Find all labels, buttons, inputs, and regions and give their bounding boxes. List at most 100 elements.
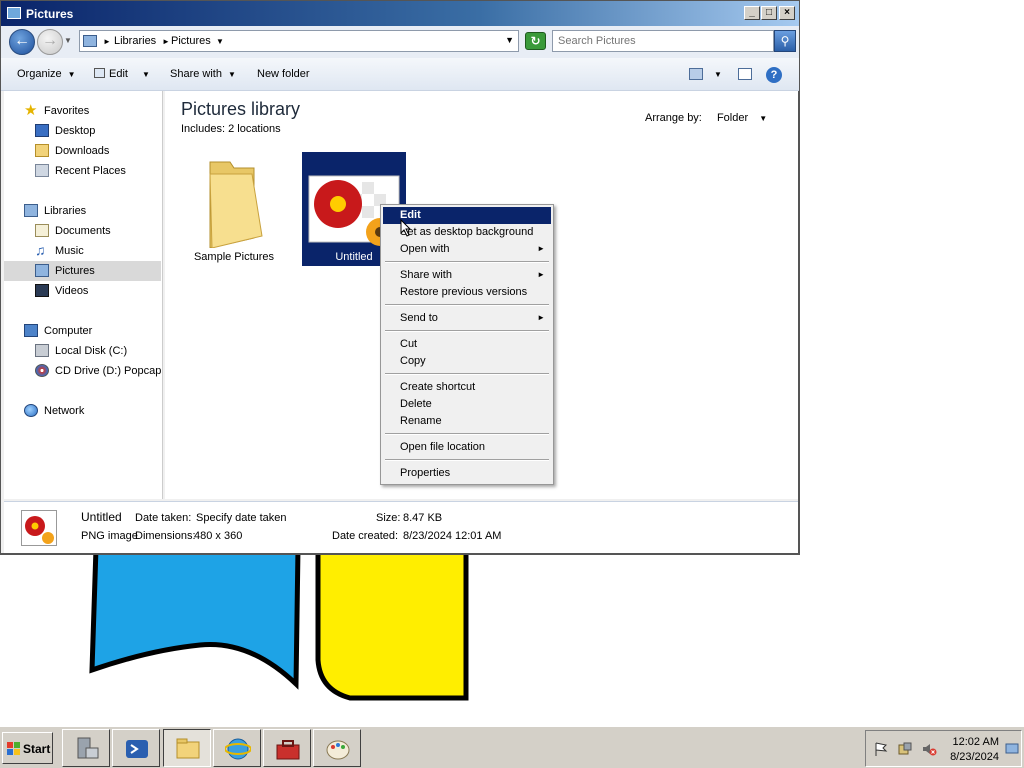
nav-favorites[interactable]: ★ Favorites bbox=[4, 101, 161, 121]
clock-time[interactable]: 12:02 AM bbox=[953, 736, 999, 748]
yellow-paint-shape bbox=[315, 545, 469, 701]
nav-downloads-label: Downloads bbox=[55, 145, 110, 157]
start-button[interactable]: Start bbox=[2, 732, 53, 764]
server-manager-icon bbox=[77, 737, 99, 759]
nav-music[interactable]: ♫ Music bbox=[4, 241, 161, 261]
network-tray-icon[interactable] bbox=[897, 741, 913, 757]
clock-date[interactable]: 8/23/2024 bbox=[950, 751, 999, 763]
organize-button[interactable]: Organize ▼ bbox=[17, 68, 76, 80]
details-thumbnail bbox=[21, 510, 57, 546]
nav-pictures[interactable]: Pictures bbox=[4, 261, 161, 281]
search-input[interactable] bbox=[558, 32, 758, 50]
details-pane: Untitled Date taken: Specify date taken … bbox=[4, 501, 798, 553]
recent-pages-dropdown[interactable]: ▼ bbox=[64, 36, 74, 46]
taskbar-powershell[interactable] bbox=[112, 729, 160, 767]
taskbar-paint[interactable] bbox=[313, 729, 361, 767]
nav-favorites-label: Favorites bbox=[44, 105, 90, 117]
nav-documents[interactable]: Documents bbox=[4, 221, 161, 241]
edit-icon bbox=[94, 68, 105, 78]
breadcrumb-separator-icon[interactable]: ▼ bbox=[216, 37, 224, 46]
edit-button[interactable]: Edit ▼ bbox=[94, 68, 150, 80]
new-folder-button[interactable]: New folder bbox=[257, 68, 310, 80]
minimize-button[interactable]: _ bbox=[744, 6, 760, 20]
search-box[interactable] bbox=[552, 30, 774, 52]
menu-item-rename[interactable]: Rename bbox=[383, 413, 551, 430]
submenu-arrow-icon: ► bbox=[537, 313, 545, 322]
change-view-icon[interactable] bbox=[689, 68, 703, 80]
preview-pane-icon[interactable] bbox=[738, 68, 752, 80]
menu-item-open-with[interactable]: Open with ► bbox=[383, 241, 551, 258]
show-desktop-icon[interactable] bbox=[1005, 741, 1019, 757]
taskbar-toolbox[interactable] bbox=[263, 729, 311, 767]
nav-downloads[interactable]: Downloads bbox=[4, 141, 161, 161]
network-icon bbox=[24, 404, 38, 417]
menu-separator bbox=[385, 433, 549, 435]
menu-separator bbox=[385, 459, 549, 461]
view-dropdown-icon[interactable]: ▼ bbox=[714, 70, 722, 79]
submenu-arrow-icon: ► bbox=[537, 244, 545, 253]
taskbar-server-manager[interactable] bbox=[62, 729, 110, 767]
menu-item-restore-previous-versions[interactable]: Restore previous versions bbox=[383, 284, 551, 301]
address-dropdown-icon[interactable]: ▼ bbox=[505, 35, 514, 45]
share-with-button[interactable]: Share with ▼ bbox=[170, 68, 236, 80]
library-title: Pictures library bbox=[181, 99, 301, 119]
nav-desktop[interactable]: Desktop bbox=[4, 121, 161, 141]
menu-separator bbox=[385, 261, 549, 263]
chevron-down-icon: ▼ bbox=[141, 70, 150, 79]
menu-item-label: Restore previous versions bbox=[400, 286, 528, 298]
paint-icon bbox=[326, 740, 350, 760]
help-icon[interactable]: ? bbox=[766, 67, 782, 83]
folder-icon bbox=[209, 161, 263, 249]
menu-item-send-to[interactable]: Send to ► bbox=[383, 310, 551, 327]
address-input[interactable]: ► Libraries ► Pictures ▼ ▼ bbox=[79, 30, 519, 52]
menu-item-properties[interactable]: Properties bbox=[383, 465, 551, 482]
breadcrumb-separator-icon[interactable]: ► bbox=[162, 37, 170, 46]
breadcrumb-separator-icon[interactable]: ► bbox=[103, 37, 111, 46]
volume-muted-icon[interactable] bbox=[921, 741, 937, 757]
close-button[interactable]: × bbox=[779, 6, 795, 20]
back-button[interactable]: ← bbox=[9, 29, 35, 55]
menu-item-label: Open with bbox=[400, 243, 450, 255]
details-size-label: Size: bbox=[376, 512, 401, 524]
nav-videos[interactable]: Videos bbox=[4, 281, 161, 301]
chevron-down-icon[interactable]: ▼ bbox=[759, 114, 767, 123]
refresh-button[interactable]: ↻ bbox=[525, 32, 546, 50]
forward-button[interactable]: → bbox=[37, 29, 63, 55]
taskbar-explorer[interactable] bbox=[163, 729, 211, 767]
menu-item-label: Open file location bbox=[400, 441, 485, 453]
breadcrumb-pictures[interactable]: Pictures bbox=[171, 35, 211, 47]
nav-libraries[interactable]: Libraries bbox=[4, 201, 161, 221]
action-center-flag-icon[interactable] bbox=[873, 741, 889, 757]
breadcrumb-libraries[interactable]: Libraries bbox=[114, 35, 156, 47]
arrange-by-label: Arrange by: bbox=[645, 112, 702, 124]
videos-icon bbox=[35, 284, 49, 297]
details-date-taken-value[interactable]: Specify date taken bbox=[196, 512, 287, 524]
file-item-sample-pictures[interactable]: Sample Pictures bbox=[182, 152, 286, 266]
context-menu: Edit Set as desktop background Open with… bbox=[380, 204, 554, 485]
menu-item-open-file-location[interactable]: Open file location bbox=[383, 439, 551, 456]
downloads-icon bbox=[35, 144, 49, 157]
nav-local-disk[interactable]: Local Disk (C:) bbox=[4, 341, 161, 361]
menu-item-label: Send to bbox=[400, 312, 438, 324]
command-bar: Organize ▼ Edit ▼ Share with ▼ New folder ▼… bbox=[1, 58, 799, 91]
menu-item-delete[interactable]: Delete bbox=[383, 396, 551, 413]
menu-item-copy[interactable]: Copy bbox=[383, 353, 551, 370]
nav-libraries-label: Libraries bbox=[44, 205, 87, 217]
title-bar[interactable]: Pictures _ □ × bbox=[1, 1, 799, 26]
nav-recent-places[interactable]: Recent Places bbox=[4, 161, 161, 181]
recent-places-icon bbox=[35, 164, 49, 177]
taskbar-internet-explorer[interactable] bbox=[213, 729, 261, 767]
menu-item-share-with[interactable]: Share with ► bbox=[383, 267, 551, 284]
chevron-down-icon: ▼ bbox=[67, 70, 76, 79]
maximize-button[interactable]: □ bbox=[761, 6, 777, 20]
ie-icon bbox=[225, 738, 251, 760]
search-icon[interactable]: ⚲ bbox=[774, 30, 796, 52]
nav-desktop-label: Desktop bbox=[55, 125, 96, 137]
nav-cd-drive[interactable]: CD Drive (D:) Popcap ( bbox=[4, 361, 168, 381]
nav-network[interactable]: Network bbox=[4, 401, 161, 421]
arrange-by-dropdown[interactable]: Folder bbox=[717, 112, 748, 124]
menu-item-cut[interactable]: Cut bbox=[383, 336, 551, 353]
library-includes[interactable]: Includes: 2 locations bbox=[181, 123, 281, 135]
nav-computer[interactable]: Computer bbox=[4, 321, 161, 341]
menu-item-create-shortcut[interactable]: Create shortcut bbox=[383, 379, 551, 396]
